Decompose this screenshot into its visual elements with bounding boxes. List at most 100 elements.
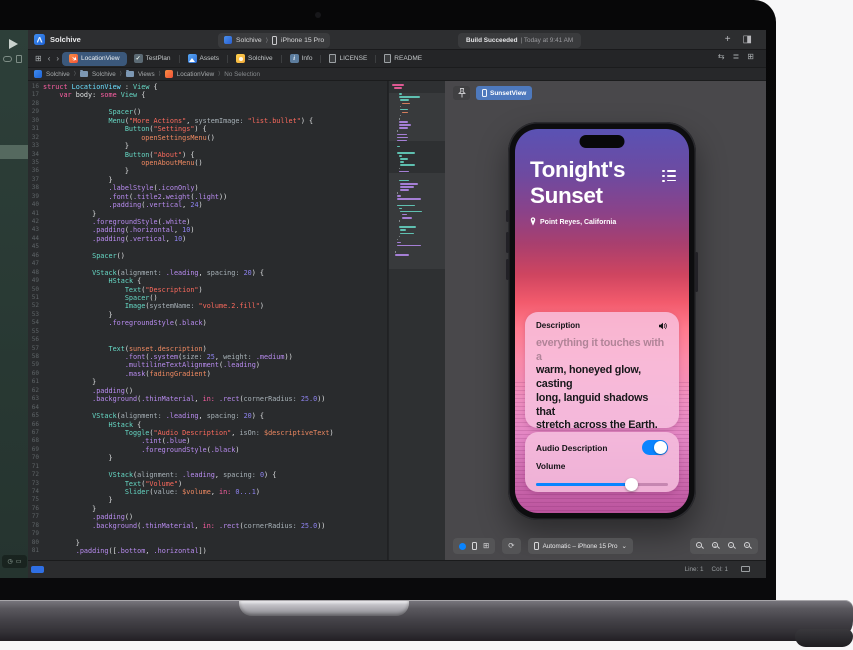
variants-grid-icon[interactable]: ⊞ [483,541,489,551]
code-line: 40 .padding(.vertical, 24) [28,201,387,209]
preview-view-tag[interactable]: SunsetView [476,86,532,100]
minimap-line [400,158,408,160]
zoom-out-button[interactable]: − [696,542,704,550]
tab-info[interactable]: i Info [283,52,320,66]
related-items-icon[interactable]: ⊞ [35,54,42,63]
display-icon[interactable] [741,566,750,572]
code-editor[interactable]: 16struct LocationView : View {17 var bod… [28,81,388,560]
audio-description-toggle[interactable] [642,440,668,455]
minimap-line [402,103,410,105]
code-line: 61 } [28,378,387,386]
activity-viewer[interactable]: Build Succeeded | Today at 9:41 AM [458,33,581,48]
code-line: 42 .foregroundStyle(.white) [28,218,387,226]
iphone-screen: Tonight's Sunset Poi [515,129,689,513]
minimap-line [399,127,409,129]
minimap-line [399,226,416,228]
code-line: 53 } [28,311,387,319]
tab-testplan[interactable]: ✓ TestPlan [127,52,178,66]
app-icon [236,54,245,63]
code-line: 58 .font(.system(size: 25, weight: .medi… [28,353,387,361]
editor-status-bar: Line: 1 Col: 1 [28,560,766,578]
code-line: 71 [28,463,387,471]
code-line: 49 HStack { [28,277,387,285]
preview-canvas: SunsetView Tonig [445,81,766,560]
run-button[interactable] [9,39,18,49]
power-button [695,252,698,292]
code-line: 74 Slider(value: $volume, in: 0...1) [28,488,387,496]
project-icon [34,70,42,78]
minimap-line [399,155,402,157]
code-line: 64 [28,404,387,412]
rotate-device-button[interactable]: ⟳ [502,538,520,554]
minimap-line [400,229,406,231]
list-bullet-menu-icon[interactable] [662,170,676,182]
stage: ◷ ▭ Solchive Solchive ⟩ iPhone 15 Pro [0,0,853,650]
editor-options-icon[interactable]: ≣ [733,52,740,61]
tab-label: TestPlan [146,55,171,62]
volume-slider[interactable] [536,478,668,491]
speaker-icon[interactable] [658,322,668,330]
debug-bar-pill[interactable]: ◷ ▭ [2,555,27,568]
webcam-icon [315,12,321,18]
tab-locationview[interactable]: LocationView [62,52,127,66]
code-line: 54 .foregroundStyle(.black) [28,319,387,327]
tab-solchive[interactable]: Solchive [229,52,280,66]
pin-preview-button[interactable] [453,86,470,100]
live-preview-icon[interactable] [459,543,466,550]
inspector-toggle-icon[interactable]: ◨ [743,33,752,46]
code-line: 75 } [28,496,387,504]
audio-description-label: Audio Description [536,443,607,453]
audio-controls-card: Audio Description Volume [525,432,679,492]
navigator-selected-row[interactable] [0,145,28,159]
breadcrumb-item[interactable]: Solchive [46,71,70,78]
code-line: 55 [28,328,387,336]
device-icon [534,542,539,550]
lid-scoop [239,601,409,616]
preview-device-menu[interactable]: Automatic – iPhone 15 Pro ⌄ [528,538,633,554]
tab-label: LocationView [81,55,120,62]
breadcrumb-item[interactable]: Views [138,71,155,78]
code-line: 46 Spacer() [28,252,387,260]
folder-icon [126,71,134,77]
minimap-line [397,140,407,142]
tab-label: Assets [200,55,220,62]
swap-editor-icon[interactable]: ⇆ [718,52,725,61]
code-line: 36 } [28,167,387,175]
tab-readme[interactable]: README [377,52,429,66]
minimap-line [400,233,414,235]
forward-button[interactable]: › [56,54,59,63]
breakpoint-tag[interactable] [31,566,44,573]
breadcrumb-item[interactable]: No Selection [224,71,260,78]
back-button[interactable]: ‹ [48,54,51,63]
add-button[interactable]: + [725,33,731,46]
zoom-actual-button[interactable]: 1 [712,542,720,550]
swift-file-icon [69,54,78,63]
xcode-project-icon [34,34,45,45]
location-row: Point Reyes, California [530,217,616,228]
document-icon [384,54,391,63]
minimap[interactable] [388,81,445,560]
tab-license[interactable]: LICENSE [322,52,374,66]
code-line: 79 [28,530,387,538]
code-line: 69 .foregroundStyle(.black) [28,446,387,454]
code-line: 52 Image(systemName: "volume.2.fill") [28,302,387,310]
scheme-selector[interactable]: Solchive ⟩ iPhone 15 Pro [218,33,330,48]
breadcrumb-item[interactable]: LocationView [177,71,214,78]
code-line: 81 .padding([.bottom, .horizontal]) [28,547,387,555]
zoom-fit-button[interactable]: ▫ [728,542,736,550]
view-tag-label: SunsetView [490,90,526,97]
minimap-line [395,254,408,256]
chevron-sep-icon: ⟩ [218,71,220,77]
chevron-sep-icon: ⟩ [74,71,76,77]
tab-assets[interactable]: Assets [181,52,227,66]
iphone-preview: Tonight's Sunset Poi [508,122,696,520]
code-line: 28 [28,100,387,108]
chevron-down-icon: ⌄ [622,543,627,550]
selectable-preview-icon[interactable] [472,542,477,550]
slider-thumb[interactable] [625,478,638,491]
breadcrumb-item[interactable]: Solchive [92,71,116,78]
code-line: 67 Toggle("Audio Description", isOn: $de… [28,429,387,437]
add-editor-icon[interactable]: ⊞ [747,52,754,61]
code-line: 29 Spacer() [28,108,387,116]
zoom-in-button[interactable]: + [744,542,752,550]
